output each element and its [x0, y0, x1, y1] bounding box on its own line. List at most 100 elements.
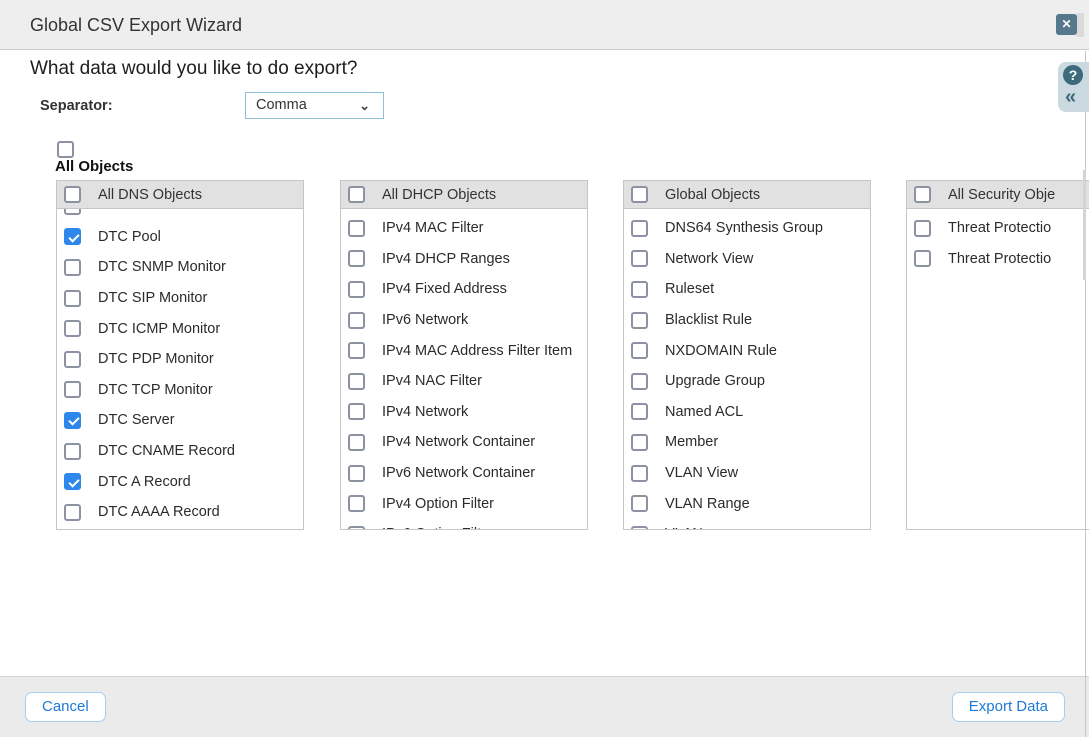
list-item[interactable]: DTC Pool: [57, 222, 303, 253]
checkbox[interactable]: [348, 373, 365, 390]
checkbox[interactable]: [64, 381, 81, 398]
list-item[interactable]: DTC TCP Monitor: [57, 375, 303, 406]
list-item[interactable]: VLAN: [624, 519, 870, 529]
checkbox[interactable]: [348, 312, 365, 329]
checkbox[interactable]: [631, 434, 648, 451]
all-objects-label: All Objects: [55, 158, 133, 175]
checkbox[interactable]: [64, 443, 81, 460]
list-item[interactable]: IPv6 Network: [341, 305, 587, 336]
list-item-label: IPv4 MAC Address Filter Item: [382, 343, 572, 359]
checkbox[interactable]: [348, 250, 365, 267]
checkbox[interactable]: [348, 403, 365, 420]
list-item[interactable]: IPv4 Fixed Address: [341, 274, 587, 305]
list-item[interactable]: DTC ICMP Monitor: [57, 313, 303, 344]
list-item-label: DNS64 Synthesis Group: [665, 220, 823, 236]
checkbox[interactable]: [348, 186, 365, 203]
list-item[interactable]: DTC SNMP Monitor: [57, 252, 303, 283]
list-item[interactable]: IPv4 Network: [341, 397, 587, 428]
page-scrollbar-thumb[interactable]: [1083, 170, 1086, 280]
checkbox[interactable]: [64, 504, 81, 521]
list-item[interactable]: DTC PDP Monitor: [57, 344, 303, 375]
list-item[interactable]: DNS64 Synthesis Group: [624, 213, 870, 244]
list-header[interactable]: Global Objects: [624, 181, 870, 209]
close-icon[interactable]: ✕: [1056, 14, 1077, 35]
checkbox[interactable]: [631, 186, 648, 203]
checkbox[interactable]: [348, 465, 365, 482]
list-item[interactable]: DTC Server: [57, 405, 303, 436]
list-item-label: IPv6 Option Filter: [382, 526, 494, 529]
list-header[interactable]: All DNS Objects: [57, 181, 303, 209]
list-item[interactable]: VLAN View: [624, 458, 870, 489]
list-item-label: VLAN: [665, 526, 703, 529]
checkbox[interactable]: [631, 220, 648, 237]
page-scrollbar-track: [1085, 51, 1086, 737]
checkbox[interactable]: [631, 250, 648, 267]
list-item[interactable]: IPv6 Option Filter: [341, 519, 587, 529]
checkbox[interactable]: [64, 209, 81, 215]
list-item[interactable]: Blacklist Rule: [624, 305, 870, 336]
checkbox[interactable]: [348, 526, 365, 529]
list-item-label: DTC ICMP Monitor: [98, 321, 220, 337]
list-item-partial[interactable]: [57, 209, 303, 222]
checkbox[interactable]: [348, 342, 365, 359]
separator-select[interactable]: Comma ⌄: [245, 92, 384, 119]
help-icon[interactable]: ?: [1063, 65, 1083, 85]
checkbox[interactable]: [64, 228, 81, 245]
list-item[interactable]: IPv6 Network Container: [341, 458, 587, 489]
checkbox[interactable]: [64, 259, 81, 276]
list-item[interactable]: Threat Protectio: [907, 213, 1089, 244]
checkbox[interactable]: [64, 186, 81, 203]
list-item[interactable]: Threat Protectio: [907, 244, 1089, 275]
list-item[interactable]: Named ACL: [624, 397, 870, 428]
checkbox[interactable]: [64, 351, 81, 368]
list-header[interactable]: All DHCP Objects: [341, 181, 587, 209]
list-item-label: IPv4 NAC Filter: [382, 373, 482, 389]
list-item[interactable]: Member: [624, 427, 870, 458]
checkbox[interactable]: [348, 434, 365, 451]
list-item[interactable]: DTC CNAME Record: [57, 436, 303, 467]
checkbox[interactable]: [64, 290, 81, 307]
titlebar-tab-decoration: [1076, 13, 1084, 37]
list-item-label: Blacklist Rule: [665, 312, 752, 328]
checkbox[interactable]: [631, 403, 648, 420]
checkbox[interactable]: [631, 342, 648, 359]
export-data-button[interactable]: Export Data: [952, 692, 1065, 722]
checkbox[interactable]: [348, 495, 365, 512]
checkbox[interactable]: [64, 320, 81, 337]
checkbox[interactable]: [631, 373, 648, 390]
list-item[interactable]: Upgrade Group: [624, 366, 870, 397]
checkbox[interactable]: [631, 465, 648, 482]
list-item[interactable]: IPv4 MAC Filter: [341, 213, 587, 244]
list-item[interactable]: IPv4 Option Filter: [341, 488, 587, 519]
all-objects-checkbox[interactable]: [57, 141, 74, 158]
list-item[interactable]: DTC SIP Monitor: [57, 283, 303, 314]
checkbox[interactable]: [914, 250, 931, 267]
list-item[interactable]: NXDOMAIN Rule: [624, 335, 870, 366]
checkbox[interactable]: [64, 412, 81, 429]
collapse-panel-icon[interactable]: «: [1065, 86, 1076, 108]
list-item[interactable]: DTC A Record: [57, 466, 303, 497]
list-item[interactable]: IPv4 NAC Filter: [341, 366, 587, 397]
list-item[interactable]: IPv4 Network Container: [341, 427, 587, 458]
checkbox[interactable]: [631, 312, 648, 329]
list-item-label: IPv6 Network Container: [382, 465, 535, 481]
list-item[interactable]: Ruleset: [624, 274, 870, 305]
object-listbox: Global Objects DNS64 Synthesis Group Netwo…: [623, 180, 871, 530]
list-header[interactable]: All Security Obje: [907, 181, 1089, 209]
list-item[interactable]: Network View: [624, 244, 870, 275]
checkbox[interactable]: [631, 526, 648, 529]
list-item[interactable]: IPv4 DHCP Ranges: [341, 244, 587, 275]
list-item[interactable]: DTC AAAA Record: [57, 497, 303, 528]
dialog-footer: Cancel Export Data: [0, 676, 1089, 737]
list-item[interactable]: VLAN Range: [624, 488, 870, 519]
checkbox[interactable]: [631, 281, 648, 298]
checkbox[interactable]: [914, 186, 931, 203]
list-item-label: Network View: [665, 251, 753, 267]
checkbox[interactable]: [64, 473, 81, 490]
list-item[interactable]: IPv4 MAC Address Filter Item: [341, 335, 587, 366]
checkbox[interactable]: [914, 220, 931, 237]
cancel-button[interactable]: Cancel: [25, 692, 106, 722]
checkbox[interactable]: [631, 495, 648, 512]
checkbox[interactable]: [348, 220, 365, 237]
checkbox[interactable]: [348, 281, 365, 298]
